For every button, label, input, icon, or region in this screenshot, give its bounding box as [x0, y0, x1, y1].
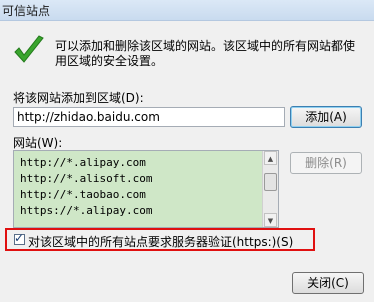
- arrow-up-icon[interactable]: ▲: [264, 151, 277, 165]
- checkbox-check-icon: ✓: [14, 231, 25, 245]
- sites-label: 网站(W):: [13, 136, 63, 150]
- add-button[interactable]: 添加(A): [290, 106, 362, 128]
- list-item[interactable]: http://*.alipay.com: [20, 155, 258, 171]
- url-input[interactable]: [13, 107, 285, 127]
- description-text: 可以添加和删除该区域的网站。该区域中的所有网站都使用区域的安全设置。: [55, 39, 356, 68]
- list-item[interactable]: http://*.taobao.com: [20, 187, 258, 203]
- title-bar: 可信站点: [0, 0, 374, 21]
- require-https-checkbox[interactable]: ✓: [14, 231, 25, 245]
- sites-scrollbar[interactable]: ▲ ▼: [262, 151, 278, 227]
- remove-button[interactable]: 删除(R): [290, 152, 362, 174]
- window-title: 可信站点: [2, 4, 51, 18]
- sites-listbox[interactable]: http://*.alipay.com http://*.alisoft.com…: [13, 150, 279, 228]
- scrollbar-thumb[interactable]: [264, 173, 277, 191]
- trusted-sites-dialog: 可信站点 可以添加和删除该区域的网站。该区域中的所有网站都使用区域的安全设置。 …: [0, 0, 374, 302]
- add-site-label: 将该网站添加到区域(D):: [13, 91, 144, 105]
- list-item[interactable]: https://*.alipay.com: [20, 203, 258, 219]
- require-https-label[interactable]: 对该区域中的所有站点要求服务器验证(https:)(S): [28, 233, 293, 250]
- list-item[interactable]: http://*.alisoft.com: [20, 171, 258, 187]
- arrow-down-icon[interactable]: ▼: [264, 213, 277, 227]
- close-button[interactable]: 关闭(C): [292, 272, 364, 294]
- green-checkmark-icon: [14, 35, 44, 63]
